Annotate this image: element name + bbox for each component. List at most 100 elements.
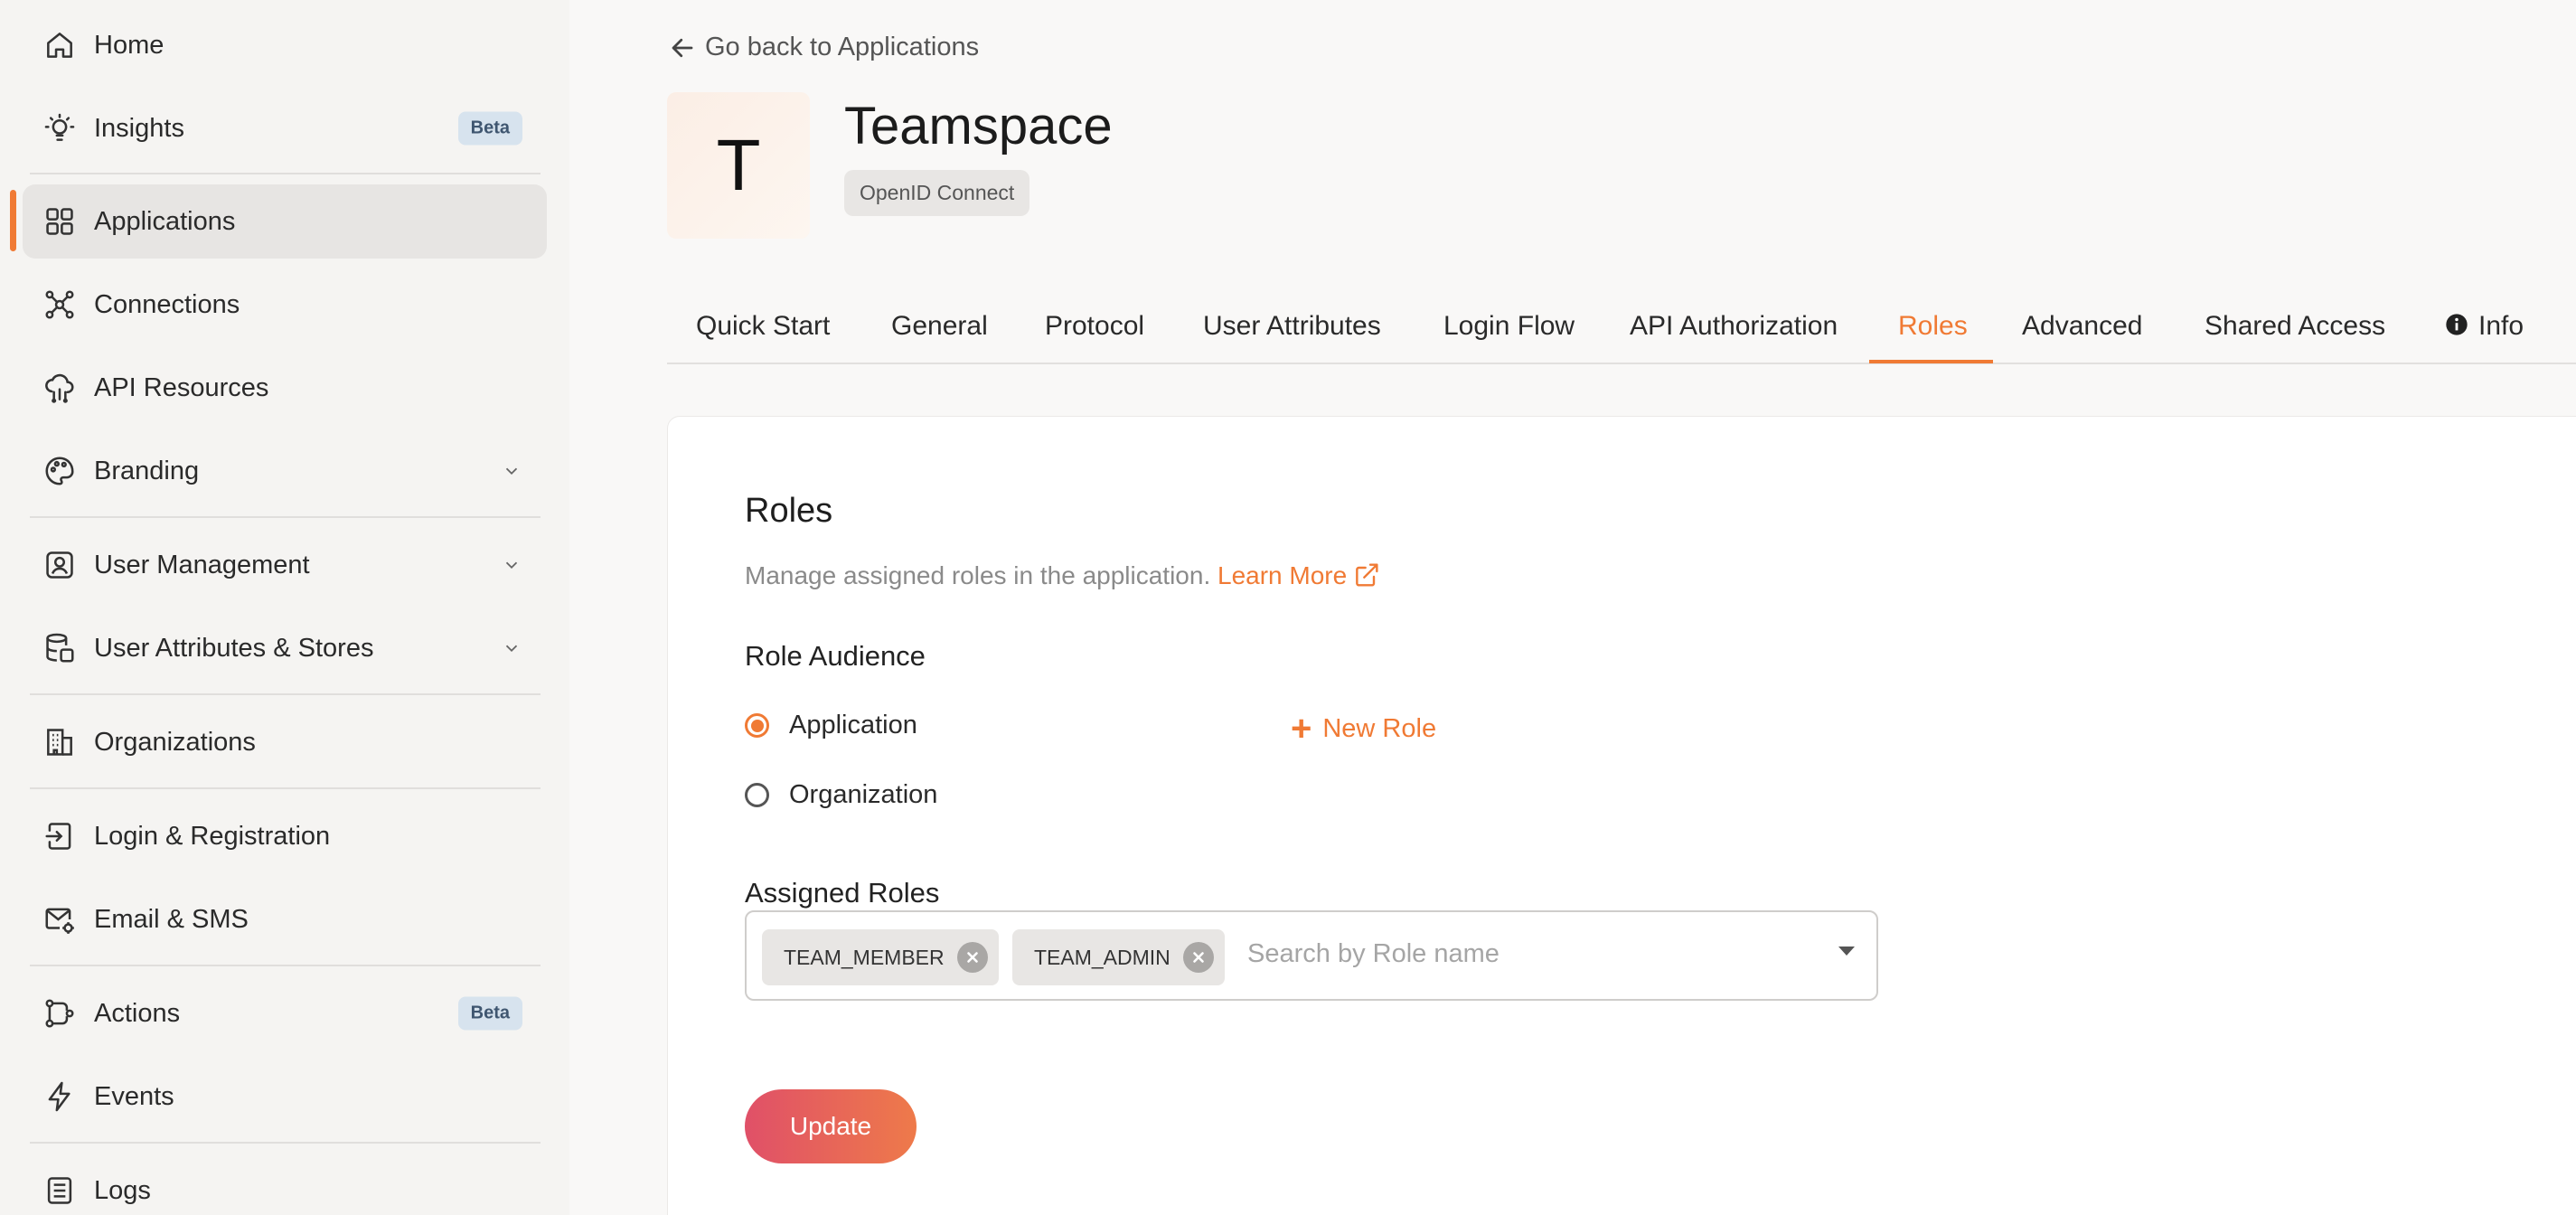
sidebar-item-connections[interactable]: Connections	[23, 268, 547, 342]
sidebar-item-branding[interactable]: Branding	[23, 434, 547, 508]
logs-icon	[42, 1173, 77, 1208]
sidebar-item-insights[interactable]: Insights Beta	[23, 91, 547, 165]
cloud-api-icon	[42, 371, 77, 405]
sidebar-item-label: Applications	[94, 206, 236, 236]
sidebar-item-label: User Attributes & Stores	[94, 633, 374, 663]
home-icon	[42, 28, 77, 62]
grid-icon	[42, 204, 77, 239]
tab-info-label: Info	[2478, 311, 2524, 341]
active-tab-indicator	[1869, 360, 1993, 363]
sidebar-divider	[30, 787, 541, 789]
lightning-icon	[42, 1079, 77, 1114]
tab-quick-start[interactable]: Quick Start	[696, 311, 830, 342]
sidebar-item-label: Login & Registration	[94, 821, 331, 851]
sidebar-item-actions[interactable]: Actions Beta	[23, 976, 547, 1050]
sidebar-item-label: Home	[94, 30, 165, 60]
chevron-down-icon	[505, 645, 518, 653]
plus-icon: +	[1291, 709, 1312, 749]
connections-icon	[42, 287, 77, 322]
sidebar-item-label: Insights	[94, 113, 184, 143]
bulb-icon	[42, 111, 77, 146]
sidebar-item-logs[interactable]: Logs	[23, 1154, 547, 1215]
radio-organization[interactable]: Organization	[745, 780, 937, 810]
chevron-down-icon	[505, 467, 518, 476]
sidebar-item-applications[interactable]: Applications	[23, 184, 547, 259]
tab-api-authorization[interactable]: API Authorization	[1630, 311, 1838, 342]
sidebar: Home Insights Beta Applications Connecti…	[0, 0, 569, 1215]
sidebar-item-email-sms[interactable]: Email & SMS	[23, 882, 547, 956]
tab-protocol[interactable]: Protocol	[1045, 311, 1144, 342]
learn-more-label: Learn More	[1217, 561, 1348, 589]
sidebar-divider	[30, 965, 541, 966]
back-link-label: Go back to Applications	[705, 33, 980, 61]
tab-user-attributes[interactable]: User Attributes	[1203, 311, 1381, 342]
radio-label: Organization	[789, 780, 938, 809]
radio-button-checked[interactable]	[745, 713, 769, 738]
user-card-icon	[42, 548, 77, 582]
tab-general[interactable]: General	[891, 311, 988, 342]
info-icon	[2446, 314, 2468, 335]
radio-application[interactable]: Application	[745, 711, 917, 740]
protocol-chip: OpenID Connect	[844, 170, 1030, 216]
chevron-down-icon	[505, 561, 518, 570]
section-title: Roles	[745, 492, 833, 530]
role-chip-label: TEAM_ADMIN	[1034, 945, 1170, 969]
palette-icon	[42, 454, 77, 488]
app-initial: T	[716, 125, 761, 205]
description-text: Manage assigned roles in the application…	[745, 561, 1211, 589]
sidebar-divider	[30, 173, 541, 174]
role-chip: TEAM_MEMBER	[762, 929, 999, 985]
sidebar-item-events[interactable]: Events	[23, 1060, 547, 1134]
dropdown-caret-icon[interactable]	[1838, 947, 1855, 956]
radio-label: Application	[789, 711, 917, 739]
tab-info[interactable]: Info	[2444, 311, 2524, 342]
database-icon	[42, 631, 77, 665]
sidebar-item-label: Email & SMS	[94, 904, 249, 934]
tab-roles[interactable]: Roles	[1898, 311, 1968, 342]
new-role-label: New Role	[1322, 713, 1437, 743]
tab-advanced[interactable]: Advanced	[2022, 311, 2142, 342]
role-chip: TEAM_ADMIN	[1012, 929, 1225, 985]
assigned-roles-field[interactable]: TEAM_MEMBER TEAM_ADMIN	[745, 910, 1878, 1001]
learn-more-link[interactable]: Learn More	[1217, 561, 1381, 589]
sidebar-item-label: Events	[94, 1081, 174, 1111]
close-icon	[966, 952, 978, 963]
login-flow-icon	[42, 819, 77, 853]
tab-login-flow[interactable]: Login Flow	[1443, 311, 1575, 342]
sidebar-item-home[interactable]: Home	[23, 8, 547, 82]
role-search-input[interactable]	[1247, 939, 1790, 969]
role-audience-label: Role Audience	[745, 640, 926, 672]
new-role-button[interactable]: + New Role	[1291, 711, 1436, 747]
tab-shared-access[interactable]: Shared Access	[2205, 311, 2385, 342]
remove-role-button[interactable]	[956, 942, 988, 973]
mail-gear-icon	[42, 902, 77, 937]
roles-card	[667, 416, 2576, 1215]
active-indicator	[10, 190, 16, 251]
sidebar-item-label: Connections	[94, 289, 240, 319]
external-link-icon	[1356, 563, 1378, 587]
sidebar-item-label: Logs	[94, 1175, 151, 1205]
sidebar-item-label: Actions	[94, 998, 181, 1028]
app-avatar: T	[667, 92, 810, 239]
sidebar-item-user-management[interactable]: User Management	[23, 528, 547, 602]
sidebar-item-label: User Management	[94, 550, 310, 579]
sidebar-divider	[30, 1142, 541, 1144]
back-to-applications-link[interactable]: Go back to Applications	[669, 33, 979, 62]
sidebar-item-api-resources[interactable]: API Resources	[23, 351, 547, 425]
arrow-left-icon	[672, 38, 693, 57]
sidebar-divider	[30, 693, 541, 695]
sidebar-item-login-registration[interactable]: Login & Registration	[23, 799, 547, 873]
beta-badge: Beta	[457, 111, 522, 146]
assigned-roles-label: Assigned Roles	[745, 877, 940, 909]
sidebar-item-user-attributes-stores[interactable]: User Attributes & Stores	[23, 611, 547, 685]
sidebar-item-label: Branding	[94, 456, 200, 485]
sidebar-item-label: API Resources	[94, 372, 269, 402]
update-button[interactable]: Update	[745, 1089, 917, 1163]
radio-button[interactable]	[745, 783, 769, 807]
building-icon	[42, 725, 77, 759]
workflow-icon	[42, 996, 77, 1031]
section-description: Manage assigned roles in the application…	[745, 560, 1381, 590]
close-icon	[1192, 952, 1204, 963]
sidebar-item-organizations[interactable]: Organizations	[23, 705, 547, 779]
remove-role-button[interactable]	[1182, 942, 1214, 973]
